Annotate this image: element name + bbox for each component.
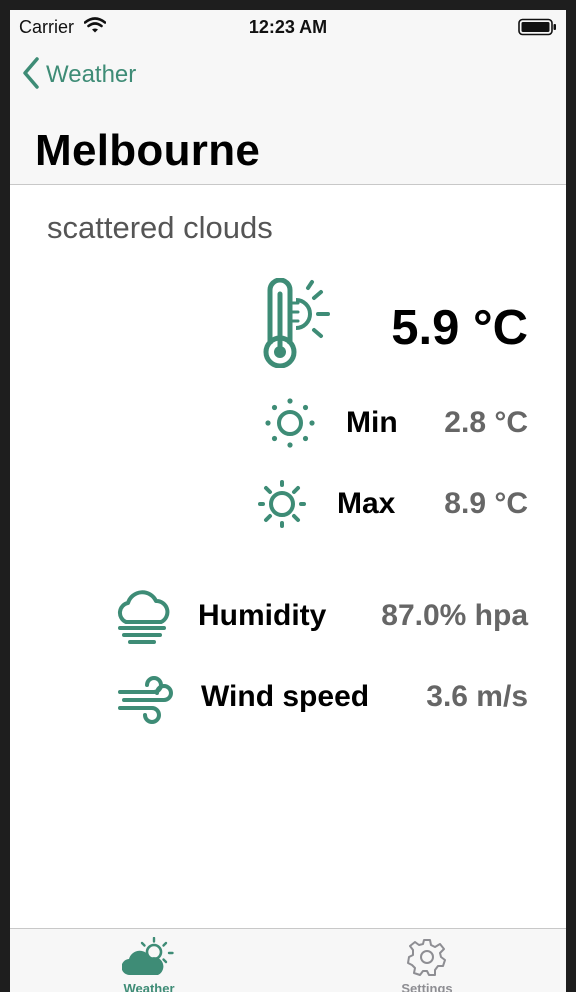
tab-bar: Weather Settings xyxy=(10,928,566,992)
tab-settings[interactable]: Settings xyxy=(288,929,566,992)
max-temperature-label: Max xyxy=(337,487,396,520)
chevron-left-icon xyxy=(22,56,40,94)
battery-icon xyxy=(518,18,558,41)
max-temperature-value: 8.9 °C xyxy=(444,487,528,520)
status-bar: Carrier 12:23 AM xyxy=(10,10,566,44)
phone-screen: Carrier 12:23 AM Weather Melbourne scatt… xyxy=(10,10,566,992)
back-button[interactable]: Weather xyxy=(22,56,137,94)
page-title: Melbourne xyxy=(35,126,261,175)
tab-weather[interactable]: Weather xyxy=(10,929,288,992)
humidity-label: Humidity xyxy=(198,599,327,632)
sun-icon xyxy=(264,397,316,454)
navigation-bar: Weather Melbourne xyxy=(10,44,566,185)
clock-time: 12:23 AM xyxy=(248,17,328,37)
gear-icon xyxy=(407,937,447,982)
tab-settings-label: Settings xyxy=(401,981,453,992)
min-temperature-value: 2.8 °C xyxy=(444,406,528,439)
humidity-value: 87.0% hpa xyxy=(381,599,528,632)
sun-icon xyxy=(256,478,308,535)
weather-description: scattered clouds xyxy=(47,210,273,245)
tab-weather-label: Weather xyxy=(123,981,175,992)
current-temperature: 5.9 °C xyxy=(391,301,528,355)
min-temperature-label: Min xyxy=(346,406,398,439)
back-button-label: Weather xyxy=(46,61,137,88)
wind-speed-label: Wind speed xyxy=(201,680,370,713)
wind-speed-value: 3.6 m/s xyxy=(426,680,528,713)
partly-cloudy-icon xyxy=(121,936,176,982)
wind-icon xyxy=(116,676,174,729)
fog-cloud-icon xyxy=(114,588,172,651)
thermometer-sun-icon xyxy=(256,277,336,373)
